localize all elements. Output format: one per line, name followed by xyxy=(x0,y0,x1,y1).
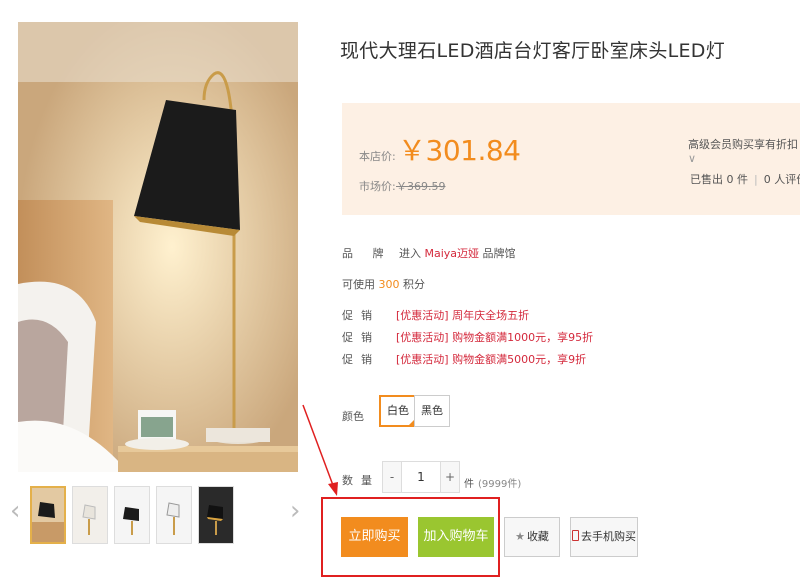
promotion-item: 促销 [优惠活动] 购物金额满1000元，享95折 xyxy=(342,329,593,345)
promotion-label: 促销 xyxy=(342,309,380,322)
unit-text: 件 xyxy=(464,479,474,490)
annotation-highlight-box xyxy=(321,497,500,577)
mobile-buy-button[interactable]: 去手机购买 xyxy=(570,517,638,557)
favorite-button[interactable]: ★ 收藏 xyxy=(504,517,560,557)
promotion-label: 促销 xyxy=(342,353,380,366)
product-title: 现代大理石LED酒店台灯客厅卧室床头LED灯 xyxy=(340,40,726,62)
member-discount-text: 高级会员购买享有折扣 xyxy=(688,138,798,151)
quantity-stepper: - 1 + xyxy=(382,461,460,493)
color-option-white[interactable]: 白色 xyxy=(379,395,417,427)
prev-thumb-button[interactable]: ‹ xyxy=(10,498,20,524)
thumbnail-image[interactable] xyxy=(156,486,192,544)
color-label: 颜色 xyxy=(342,410,364,423)
quantity-label: 数量 xyxy=(342,474,380,487)
member-discount-link[interactable]: 高级会员购买享有折扣∨ xyxy=(688,136,800,165)
promotion-item: 促销 [优惠活动] 购物金额满5000元，享9折 xyxy=(342,351,586,367)
promotion-text[interactable]: [优惠活动] 购物金额满1000元，享95折 xyxy=(396,331,593,344)
mobile-buy-label: 去手机购买 xyxy=(581,530,636,543)
favorite-label: 收藏 xyxy=(526,530,549,543)
brand-prefix: 进入 xyxy=(399,247,421,260)
quantity-unit: 件 (9999件) xyxy=(464,475,521,490)
phone-icon xyxy=(572,530,579,541)
color-option-black[interactable]: 黑色 xyxy=(414,395,450,427)
divider: | xyxy=(754,173,758,186)
points-suffix: 积分 xyxy=(403,278,425,291)
thumbnail-image[interactable] xyxy=(114,486,150,544)
points-value: 300 xyxy=(378,278,400,291)
product-main-image xyxy=(18,22,298,472)
thumbnail-image[interactable] xyxy=(30,486,66,544)
sales-stats: 已售出 0 件 | 0 人评价 xyxy=(690,171,800,187)
points-row: 可使用 300 积分 xyxy=(342,276,425,292)
brand-link[interactable]: Maiya迈娅 xyxy=(425,247,480,260)
chevron-down-icon: ∨ xyxy=(688,152,697,165)
star-icon: ★ xyxy=(515,530,525,543)
sold-count: 已售出 0 件 xyxy=(690,173,748,186)
market-price: ￥369.59 xyxy=(396,180,446,193)
quantity-input[interactable]: 1 xyxy=(401,462,441,492)
store-price-label: 本店价: xyxy=(359,150,396,163)
brand-suffix: 品牌馆 xyxy=(482,247,516,260)
promotion-text[interactable]: [优惠活动] 周年庆全场五折 xyxy=(396,309,529,322)
price-panel: 本店价: ￥301.84 市场价: ￥369.59 高级会员购买享有折扣∨ 已售… xyxy=(342,103,800,215)
brand-row: 品 牌 进入 Maiya迈娅 品牌馆 xyxy=(342,245,516,261)
thumbnail-strip: ‹ › xyxy=(10,486,310,546)
next-thumb-button[interactable]: › xyxy=(290,498,300,524)
review-count-link[interactable]: 0 人评价 xyxy=(764,173,800,186)
quantity-decrease-button[interactable]: - xyxy=(383,462,401,492)
promotion-item: 促销 [优惠活动] 周年庆全场五折 xyxy=(342,307,529,323)
points-prefix: 可使用 xyxy=(342,278,375,291)
promotion-text[interactable]: [优惠活动] 购物金额满5000元，享9折 xyxy=(396,353,586,366)
promotion-label: 促销 xyxy=(342,331,380,344)
brand-label: 品 牌 xyxy=(342,247,392,260)
store-price: ￥301.84 xyxy=(398,134,521,167)
market-price-label: 市场价: xyxy=(359,180,396,193)
thumbnail-image[interactable] xyxy=(198,486,234,544)
quantity-increase-button[interactable]: + xyxy=(441,462,459,492)
thumbnail-image[interactable] xyxy=(72,486,108,544)
stock-count: (9999件) xyxy=(478,479,522,490)
